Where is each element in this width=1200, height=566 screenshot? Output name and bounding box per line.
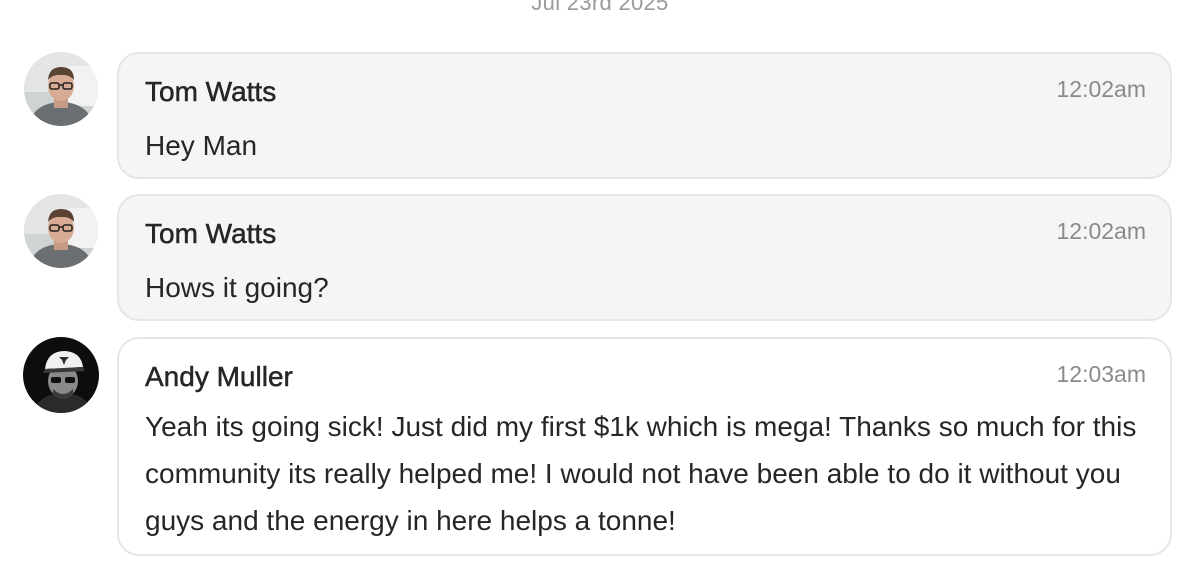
avatar[interactable] (24, 194, 98, 268)
avatar[interactable] (23, 337, 99, 413)
user-photo-avatar-icon (24, 194, 98, 268)
message-timestamp: 12:02am (1056, 76, 1146, 102)
message-text: Hows it going? (145, 272, 329, 303)
message-author[interactable]: Tom Watts (145, 218, 277, 250)
message-author[interactable]: Andy Muller (145, 361, 293, 393)
message-author[interactable]: Tom Watts (145, 76, 277, 108)
message-timestamp: 12:02am (1056, 218, 1146, 244)
message-bubble: Andy Muller 12:03am Yeah its going sick!… (117, 337, 1172, 556)
message-bubble: Tom Watts 12:02am Hows it going? (117, 194, 1172, 321)
message-text: Yeah its going sick! Just did my first $… (145, 411, 1137, 536)
avatar[interactable] (24, 52, 98, 126)
message-bubble: Tom Watts 12:02am Hey Man (117, 52, 1172, 179)
message-timestamp: 12:03am (1056, 361, 1146, 387)
user-photo-avatar-icon (24, 52, 98, 126)
date-divider: Jul 23rd 2025 (531, 0, 669, 15)
user-photo-avatar-icon (23, 337, 99, 413)
message-text: Hey Man (145, 130, 258, 161)
